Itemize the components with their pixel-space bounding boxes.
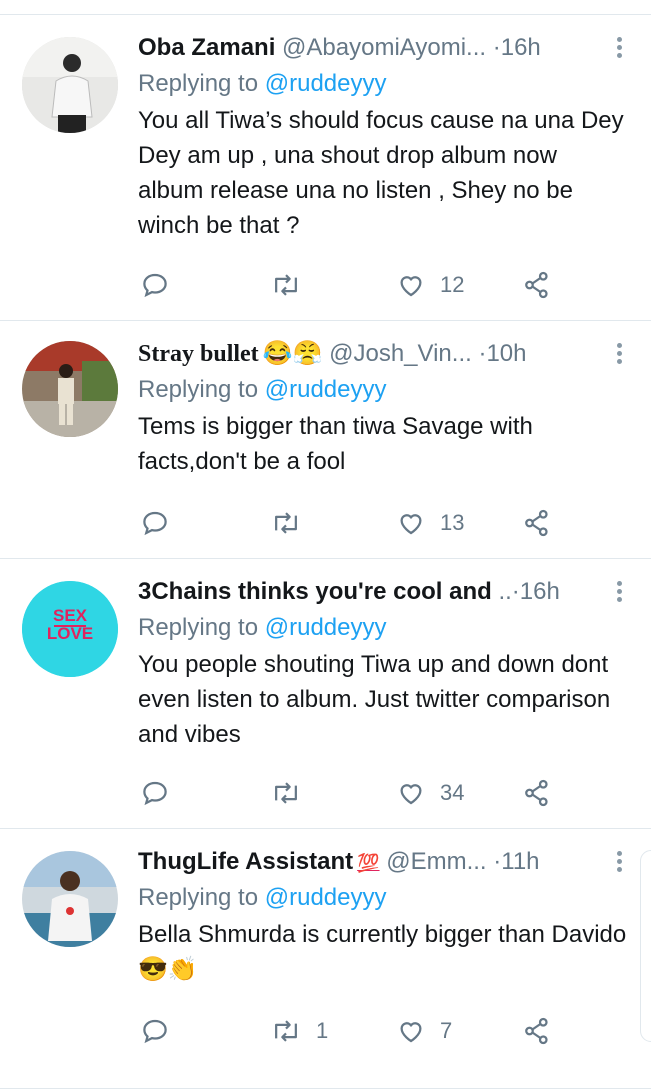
reply-icon: [143, 511, 167, 536]
more-icon[interactable]: [617, 581, 623, 603]
share-button[interactable]: [522, 773, 552, 813]
share-icon: [525, 271, 548, 299]
replying-prefix: Replying to: [138, 376, 259, 403]
display-name[interactable]: Stray bullet: [138, 341, 259, 367]
tweet-header: 3Chains thinks you're cool and ..·16h: [138, 575, 588, 609]
like-icon: [400, 1022, 422, 1043]
tweet-text: Tems is bigger than tiwa Savage with fac…: [138, 413, 533, 475]
retweet-icon: [275, 1020, 297, 1042]
display-name[interactable]: 3Chains thinks you're cool and: [138, 578, 492, 605]
replying-to: Replying to @ruddeyyy: [138, 881, 387, 915]
retweet-button[interactable]: [270, 503, 302, 543]
tweet-1[interactable]: Oba Zamani @AbayomiAyomi... ·16h Replyin…: [0, 15, 651, 321]
like-button[interactable]: 7: [396, 1011, 452, 1051]
tweet-header: Stray bullet 😂😤 @Josh_Vin... ·10h: [138, 337, 588, 371]
replying-handle-link[interactable]: @ruddeyyy: [265, 614, 387, 641]
replying-to: Replying to @ruddeyyy: [138, 67, 387, 101]
avatar-photo: [22, 37, 118, 133]
more-icon[interactable]: [617, 851, 623, 873]
name-ellipsis: ..: [498, 578, 512, 605]
avatar[interactable]: [22, 851, 118, 947]
like-count: 13: [440, 510, 465, 535]
replying-prefix: Replying to: [138, 884, 259, 911]
avatar[interactable]: [22, 37, 118, 133]
body-emoji: 😎👏: [138, 956, 198, 983]
display-name[interactable]: Oba Zamani: [138, 34, 275, 61]
reply-icon: [143, 273, 167, 298]
retweet-icon: [275, 782, 297, 804]
more-icon[interactable]: [617, 343, 623, 365]
tweet-text: Bella Shmurda is currently bigger than D…: [138, 921, 627, 948]
name-emoji: 😂😤: [262, 340, 323, 367]
tweet-actions: 12: [0, 265, 651, 305]
reply-icon: [143, 781, 167, 806]
scroll-indicator[interactable]: [640, 850, 651, 1042]
retweet-button[interactable]: [270, 773, 302, 813]
replying-handle-link[interactable]: @ruddeyyy: [265, 376, 387, 403]
share-button[interactable]: [522, 1011, 552, 1051]
share-button[interactable]: [522, 265, 552, 305]
timestamp[interactable]: 16h: [501, 34, 541, 61]
hundred-points-emoji: 💯: [357, 853, 380, 873]
separator-dot: ·: [492, 34, 501, 61]
tweet-actions: 1 7: [0, 1011, 651, 1051]
avatar-text-top: SEX: [53, 606, 88, 625]
like-count: 7: [440, 1018, 453, 1043]
user-handle[interactable]: @Emm...: [386, 848, 486, 875]
replying-handle-link[interactable]: @ruddeyyy: [265, 884, 387, 911]
tweet-header: Oba Zamani @AbayomiAyomi... ·16h: [138, 31, 588, 65]
tweet-header: ThugLife Assistant 💯 @Emm... ·11h: [138, 845, 588, 879]
replying-prefix: Replying to: [138, 614, 259, 641]
replying-to: Replying to @ruddeyyy: [138, 611, 387, 645]
tweet-2[interactable]: Stray bullet 😂😤 @Josh_Vin... ·10h Replyin…: [0, 321, 651, 559]
like-button[interactable]: 13: [396, 503, 464, 543]
reply-icon: [143, 1019, 167, 1044]
like-icon: [400, 784, 422, 805]
reply-button[interactable]: [140, 265, 170, 305]
replying-to: Replying to @ruddeyyy: [138, 373, 387, 407]
avatar[interactable]: SEX LOVE: [22, 581, 118, 677]
like-button[interactable]: 34: [396, 773, 464, 813]
like-count: 12: [440, 272, 465, 297]
reply-button[interactable]: [140, 773, 170, 813]
share-icon: [525, 1017, 548, 1045]
retweet-icon: [275, 512, 297, 534]
user-handle[interactable]: @AbayomiAyomi...: [282, 34, 486, 61]
separator-dot: ·: [511, 578, 520, 605]
avatar-photo: [22, 851, 118, 947]
like-count: 34: [440, 780, 465, 805]
avatar-photo: [22, 341, 118, 437]
avatar-logo: SEX LOVE: [22, 581, 118, 677]
tweet-4[interactable]: ThugLife Assistant 💯 @Emm... ·11h Replyin…: [0, 829, 651, 1087]
share-button[interactable]: [522, 503, 552, 543]
timestamp[interactable]: 11h: [501, 848, 539, 875]
display-name[interactable]: ThugLife Assistant: [138, 848, 353, 875]
share-icon: [525, 779, 548, 807]
retweet-icon: [275, 274, 297, 296]
tweet-actions: 34: [0, 773, 651, 813]
retweet-button[interactable]: [270, 265, 302, 305]
timestamp[interactable]: 16h: [520, 578, 560, 605]
bottom-divider: [0, 1088, 651, 1089]
reply-button[interactable]: [140, 503, 170, 543]
retweet-count: 1: [316, 1018, 329, 1043]
tweet-text: You all Tiwa’s should focus cause na una…: [138, 107, 624, 239]
timestamp[interactable]: 10h: [486, 340, 526, 367]
like-icon: [400, 276, 422, 297]
retweet-button[interactable]: 1: [270, 1011, 328, 1051]
tweet-text-container: Bella Shmurda is currently bigger than D…: [138, 917, 628, 987]
avatar[interactable]: [22, 341, 118, 437]
share-icon: [525, 509, 548, 537]
more-icon[interactable]: [617, 37, 623, 59]
like-button[interactable]: 12: [396, 265, 464, 305]
reply-button[interactable]: [140, 1011, 170, 1051]
replying-prefix: Replying to: [138, 70, 259, 97]
tweet-text: You people shouting Tiwa up and down don…: [138, 651, 611, 748]
like-icon: [400, 514, 422, 535]
replying-handle-link[interactable]: @ruddeyyy: [265, 70, 387, 97]
user-handle[interactable]: @Josh_Vin...: [329, 340, 472, 367]
tweet-actions: 13: [0, 503, 651, 543]
tweet-3[interactable]: SEX LOVE 3Chains thinks you're cool and …: [0, 559, 651, 829]
